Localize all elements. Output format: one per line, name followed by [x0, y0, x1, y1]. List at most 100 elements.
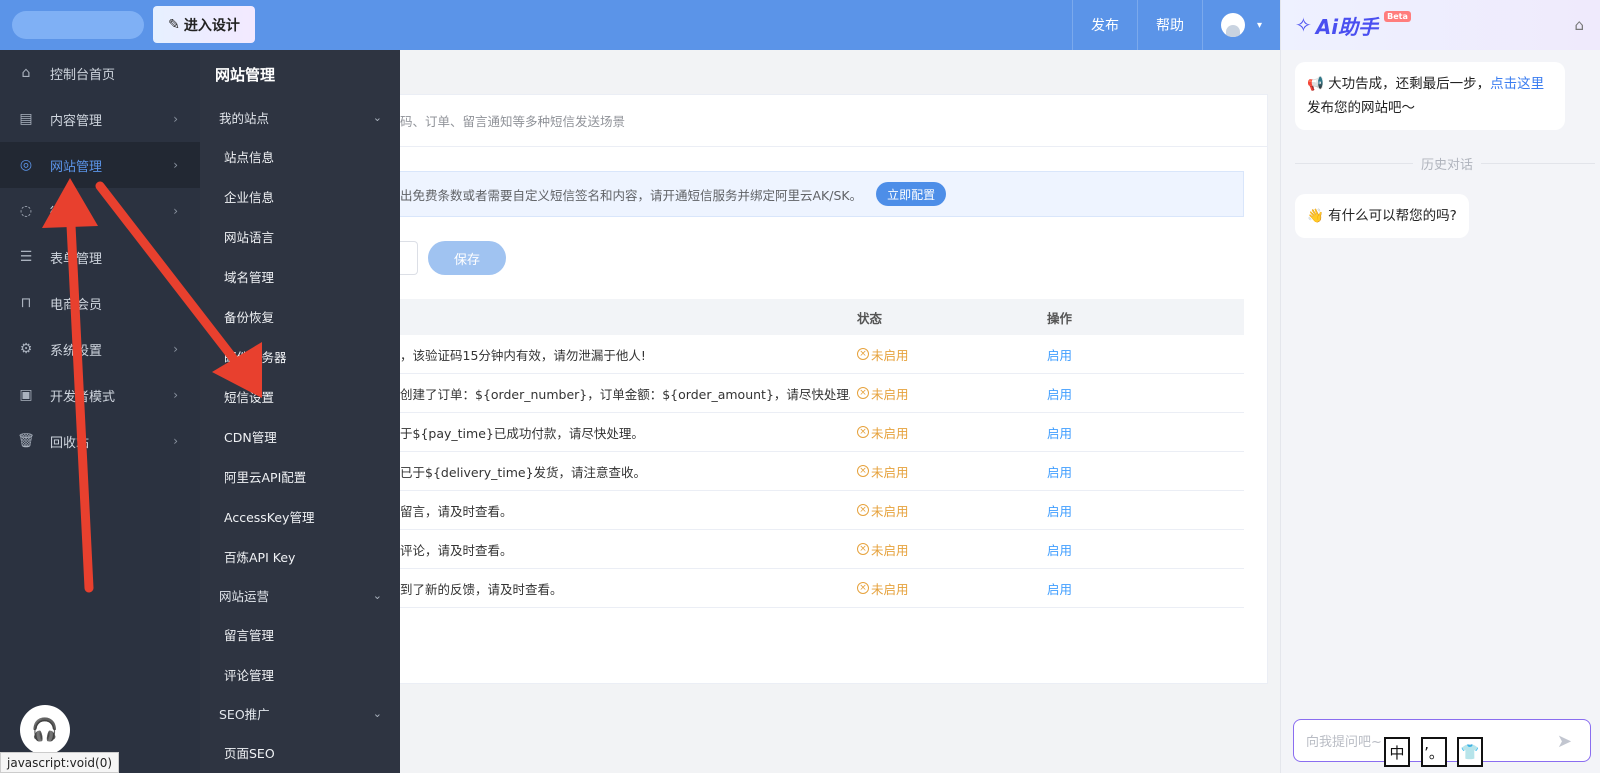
chevron-right-icon: ›: [173, 388, 178, 402]
sms-template-table: 状态 操作 ，该验证码15分钟内有效，请勿泄漏于他人! × 未启用 启用 创建了订…: [400, 299, 1244, 608]
ime-skin-icon[interactable]: 👕: [1457, 737, 1483, 767]
enable-link[interactable]: 启用: [1047, 462, 1072, 481]
enter-design-button[interactable]: ✎ 进入设计: [153, 6, 255, 43]
enable-link[interactable]: 启用: [1047, 540, 1072, 559]
chevron-right-icon: ›: [173, 434, 178, 448]
submenu-group-seo[interactable]: SEO推广 ⌄: [200, 694, 400, 732]
submenu-comments[interactable]: 评论管理: [200, 654, 400, 694]
table-row: ，该验证码15分钟内有效，请勿泄漏于他人! × 未启用 启用: [400, 335, 1244, 374]
close-circle-icon: ×: [857, 348, 869, 360]
sidebar-item-trash[interactable]: 🗑 回收站 ›: [0, 418, 200, 464]
status-badge: × 未启用: [857, 579, 909, 598]
close-circle-icon: ×: [857, 387, 869, 399]
home-icon: ⌂: [21, 65, 31, 81]
submenu-aliyun-api[interactable]: 阿里云API配置: [200, 456, 400, 496]
close-circle-icon: ×: [857, 543, 869, 555]
terminal-icon: ▣: [19, 387, 33, 403]
chevron-down-icon: ⌄: [372, 588, 382, 602]
top-bar: ✎ 进入设计 发布 帮助 ▾: [0, 0, 1280, 50]
enable-link[interactable]: 启用: [1047, 423, 1072, 442]
browser-status-bar: javascript:void(0): [0, 752, 120, 773]
ai-message-welcome: 📢 大功告成，还剩最后一步，点击这里发布您的网站吧～: [1295, 62, 1565, 130]
submenu-backup[interactable]: 备份恢复: [200, 296, 400, 336]
submenu-group-operations[interactable]: 网站运营 ⌄: [200, 576, 400, 614]
enable-link[interactable]: 启用: [1047, 384, 1072, 403]
ime-punctuation-toggle[interactable]: ’。: [1421, 737, 1447, 767]
enable-link[interactable]: 启用: [1047, 501, 1072, 520]
chevron-down-icon: ▾: [1256, 19, 1262, 31]
enable-link[interactable]: 启用: [1047, 579, 1072, 598]
form-icon: ☰: [19, 249, 33, 265]
table-row: 评论，请及时查看。 × 未启用 启用: [400, 530, 1244, 569]
sidebar-item-forms[interactable]: ☰ 表单管理: [0, 234, 200, 280]
wave-hand-icon: 👋: [1307, 208, 1324, 224]
magic-wand-icon: ✧: [1295, 13, 1312, 37]
table-row: 于${pay_time}已成功付款，请尽快处理。 × 未启用 启用: [400, 413, 1244, 452]
status-badge: × 未启用: [857, 423, 909, 442]
megaphone-icon: 📢: [1307, 76, 1324, 92]
user-menu[interactable]: ▾: [1201, 0, 1280, 50]
avatar: [1220, 13, 1245, 37]
table-row: 已于${delivery_time}发货，请注意查收。 × 未启用 启用: [400, 452, 1244, 491]
sidebar-item-content[interactable]: ▤ 内容管理 ›: [0, 96, 200, 142]
sidebar-item-developer[interactable]: ▣ 开发者模式 ›: [0, 372, 200, 418]
chevron-right-icon: ›: [173, 342, 178, 356]
submenu-sms-settings[interactable]: 短信设置: [200, 376, 400, 416]
sidebar-item-wechat[interactable]: ◌ 微...号 ›: [0, 188, 200, 234]
enable-link[interactable]: 启用: [1047, 345, 1072, 364]
table-header: 状态 操作: [400, 299, 1244, 335]
ai-logo: ✧ Ai助手 Beta: [1295, 10, 1411, 40]
send-icon[interactable]: ➤: [1557, 731, 1572, 752]
submenu-company-info[interactable]: 企业信息: [200, 176, 400, 216]
submenu-accesskey[interactable]: AccessKey管理: [200, 496, 400, 536]
submenu-cdn[interactable]: CDN管理: [200, 416, 400, 456]
submenu-site-language[interactable]: 网站语言: [200, 216, 400, 256]
close-circle-icon: ×: [857, 504, 869, 516]
submenu-domain[interactable]: 域名管理: [200, 256, 400, 296]
publish-button[interactable]: 发布: [1071, 0, 1137, 50]
submenu-page-seo[interactable]: 页面SEO: [200, 732, 400, 772]
chevron-right-icon: ›: [173, 112, 178, 126]
site-logo[interactable]: [12, 11, 144, 39]
close-circle-icon: ×: [857, 426, 869, 438]
document-icon: ▤: [19, 111, 33, 127]
submenu-mail-server[interactable]: 邮件服务器: [200, 336, 400, 376]
sidebar-item-dashboard[interactable]: ⌂ 控制台首页: [0, 50, 200, 96]
page-description: 码、订单、留言通知等多种短信发送场景: [400, 95, 1267, 147]
globe-icon: ◎: [19, 157, 33, 173]
help-button[interactable]: 帮助: [1136, 0, 1202, 50]
sidebar-item-website[interactable]: ◎ 网站管理 ›: [0, 142, 200, 188]
website-submenu: 网站管理 我的站点 ⌄ 站点信息 企业信息 网站语言 域名管理 备份恢复 邮件服…: [200, 50, 400, 773]
ai-header: ✧ Ai助手 Beta ⌂: [1281, 0, 1600, 50]
chevron-right-icon: ›: [173, 204, 178, 218]
configure-now-button[interactable]: 立即配置: [876, 182, 947, 206]
status-badge: × 未启用: [857, 345, 909, 364]
sidebar-item-settings[interactable]: ⚙ 系统设置 ›: [0, 326, 200, 372]
chevron-right-icon: ›: [173, 158, 178, 172]
submenu-bailian-key[interactable]: 百炼API Key: [200, 536, 400, 576]
status-badge: × 未启用: [857, 384, 909, 403]
shop-icon: ⊓: [20, 295, 32, 311]
ai-message-help: 👋 有什么可以帮您的吗?: [1295, 194, 1469, 238]
wechat-icon: ◌: [19, 203, 33, 219]
submenu-group-my-sites[interactable]: 我的站点 ⌄: [200, 98, 400, 136]
pencil-icon: ✎: [168, 16, 180, 33]
gear-icon: ⚙: [19, 341, 33, 357]
status-badge: × 未启用: [857, 462, 909, 481]
gift-icon[interactable]: ⌂: [1574, 16, 1584, 34]
sidebar: ⌂ 控制台首页 ▤ 内容管理 › ◎ 网站管理 › ◌ 微...号 › ☰ 表单…: [0, 50, 200, 773]
sidebar-item-shop[interactable]: ⊓ 电商会员: [0, 280, 200, 326]
beta-badge: Beta: [1384, 10, 1411, 22]
publish-link[interactable]: 点击这里: [1490, 76, 1544, 92]
ime-chinese-toggle[interactable]: 中: [1384, 737, 1410, 767]
submenu-messages[interactable]: 留言管理: [200, 614, 400, 654]
status-badge: × 未启用: [857, 540, 909, 559]
history-label: 历史对话: [1413, 154, 1482, 173]
submenu-site-info[interactable]: 站点信息: [200, 136, 400, 176]
save-button[interactable]: 保存: [428, 241, 506, 275]
customer-service-headset-icon[interactable]: 🎧: [20, 705, 70, 755]
sms-sign-input[interactable]: [400, 241, 418, 275]
chevron-down-icon: ⌄: [372, 110, 382, 124]
submenu-title: 网站管理: [215, 65, 276, 84]
table-row: 留言，请及时查看。 × 未启用 启用: [400, 491, 1244, 530]
